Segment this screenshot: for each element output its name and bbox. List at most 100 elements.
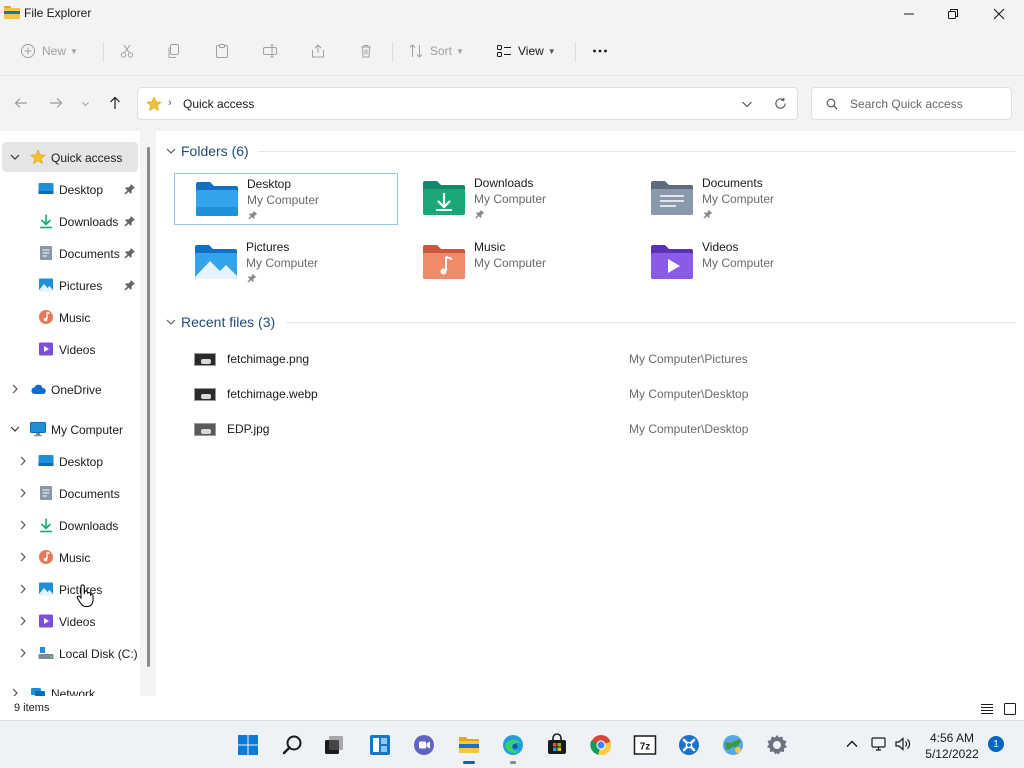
sidebar-item-label: Videos (59, 343, 96, 357)
pin-icon[interactable] (124, 279, 136, 291)
start-button[interactable] (232, 729, 264, 761)
chevron-right-icon[interactable] (18, 616, 28, 626)
sort-button[interactable]: Sort ▼ (408, 38, 464, 64)
taskbar-chrome[interactable] (585, 729, 617, 761)
chevron-down-icon[interactable] (10, 152, 20, 162)
folder-name: Downloads (474, 176, 534, 190)
tiles-view-icon[interactable] (1002, 701, 1018, 717)
sidebar-item-qa-pictures[interactable]: Pictures (2, 270, 138, 300)
sidebar-item-pc-desktop[interactable]: Desktop (2, 446, 138, 476)
sidebar-item-pc-downloads[interactable]: Downloads (2, 510, 138, 540)
recent-locations-button[interactable] (76, 92, 94, 114)
sidebar-item-qa-documents[interactable]: Documents (2, 238, 138, 268)
taskbar-settings[interactable] (761, 729, 793, 761)
search-box[interactable] (811, 87, 1012, 120)
chevron-down-icon (166, 148, 176, 154)
chevron-right-icon[interactable] (18, 648, 28, 658)
close-icon (993, 8, 1005, 20)
share-button[interactable] (310, 38, 326, 64)
search-icon (826, 98, 838, 110)
delete-button[interactable] (358, 38, 374, 64)
widgets-button[interactable] (364, 729, 396, 761)
notification-badge[interactable]: 1 (988, 736, 1004, 752)
details-view-icon[interactable] (979, 701, 995, 717)
chat-button[interactable] (408, 729, 440, 761)
folder-name: Music (474, 240, 506, 254)
sidebar-item-pc-music[interactable]: Music (2, 542, 138, 572)
taskbar-edge[interactable] (497, 729, 529, 764)
folder-tile-downloads[interactable]: Downloads My Computer (402, 173, 626, 225)
sidebar-item-qa-videos[interactable]: Videos (2, 334, 138, 364)
folder-tile-videos[interactable]: Videos My Computer (630, 237, 854, 289)
sidebar-item-quick-access[interactable]: Quick access (2, 142, 138, 172)
chevron-right-icon[interactable] (10, 384, 20, 394)
rename-button[interactable] (262, 38, 278, 64)
taskbar-7zip[interactable]: 7z (629, 729, 661, 761)
clock[interactable]: 4:56 AM 5/12/2022 (920, 730, 984, 762)
chevron-down-icon[interactable] (741, 98, 753, 110)
minimize-button[interactable] (886, 0, 932, 28)
sidebar-item-my-computer[interactable]: My Computer (2, 414, 138, 444)
forward-button[interactable] (45, 92, 67, 114)
sidebar-item-pc-pictures[interactable]: Pictures (2, 574, 138, 604)
taskbar-network-app[interactable] (717, 729, 749, 761)
volume-icon[interactable] (894, 735, 912, 753)
close-button[interactable] (976, 0, 1022, 28)
folder-tile-desktop[interactable]: Desktop My Computer (174, 173, 398, 225)
recent-file-row[interactable]: EDP.jpg My Computer\Desktop (192, 415, 992, 443)
taskbar-search-button[interactable] (277, 729, 309, 761)
folder-tile-pictures[interactable]: Pictures My Computer (174, 237, 398, 289)
refresh-icon[interactable] (774, 97, 787, 110)
pin-icon[interactable] (124, 247, 136, 259)
new-button[interactable]: New ▼ (20, 38, 78, 64)
chevron-right-icon[interactable] (18, 584, 28, 594)
recent-file-row[interactable]: fetchimage.png My Computer\Pictures (192, 345, 992, 373)
pin-icon[interactable] (124, 183, 136, 195)
folders-section-header[interactable]: Folders (6) (166, 141, 249, 161)
file-path: My Computer\Desktop (629, 422, 749, 436)
sidebar-item-qa-downloads[interactable]: Downloads (2, 206, 138, 236)
chevron-right-icon[interactable] (10, 688, 20, 696)
breadcrumb[interactable]: Quick access (183, 97, 254, 111)
view-button[interactable]: View ▼ (496, 38, 556, 64)
maximize-button[interactable] (930, 0, 976, 28)
taskbar-file-explorer[interactable] (453, 729, 485, 764)
chevron-down-icon[interactable] (10, 424, 20, 434)
network-status-icon[interactable] (870, 735, 888, 753)
paste-button[interactable] (214, 38, 230, 64)
back-button[interactable] (10, 92, 32, 114)
sidebar-item-pc-local-disk[interactable]: Local Disk (C:) (2, 638, 138, 668)
chevron-right-icon[interactable] (18, 520, 28, 530)
star-icon (30, 149, 46, 165)
up-button[interactable] (104, 92, 126, 114)
chevron-down-icon (166, 319, 176, 325)
chevron-down-icon: ▼ (70, 46, 78, 56)
sidebar-item-qa-desktop[interactable]: Desktop (2, 174, 138, 204)
chevron-right-icon[interactable] (18, 488, 28, 498)
search-input[interactable] (850, 95, 1005, 113)
copy-button[interactable] (166, 38, 182, 64)
folder-location: My Computer (246, 256, 319, 270)
sidebar-item-pc-documents[interactable]: Documents (2, 478, 138, 508)
sidebar-scrollbar-thumb[interactable] (147, 147, 150, 667)
folder-tile-documents[interactable]: Documents My Computer (630, 173, 854, 225)
recent-file-row[interactable]: fetchimage.webp My Computer\Desktop (192, 380, 992, 408)
more-options-button[interactable] (592, 38, 608, 64)
task-view-button[interactable] (318, 729, 350, 761)
sidebar-item-pc-videos[interactable]: Videos (2, 606, 138, 636)
recent-files-section-header[interactable]: Recent files (3) (166, 312, 275, 332)
taskbar-app[interactable] (673, 729, 705, 761)
taskbar-store[interactable] (541, 729, 573, 761)
chevron-right-icon[interactable] (18, 456, 28, 466)
cut-button[interactable] (119, 38, 135, 64)
folder-tile-music[interactable]: Music My Computer (402, 237, 626, 289)
sidebar-item-qa-music[interactable]: Music (2, 302, 138, 332)
chevron-up-icon[interactable] (843, 735, 861, 753)
address-bar[interactable]: › Quick access (137, 87, 798, 120)
music-icon (39, 550, 53, 564)
sidebar-item-onedrive[interactable]: OneDrive (2, 374, 138, 404)
pin-icon[interactable] (124, 215, 136, 227)
chevron-right-icon[interactable] (18, 552, 28, 562)
section-divider (286, 322, 1016, 323)
sidebar-item-network[interactable]: Network (2, 678, 138, 696)
